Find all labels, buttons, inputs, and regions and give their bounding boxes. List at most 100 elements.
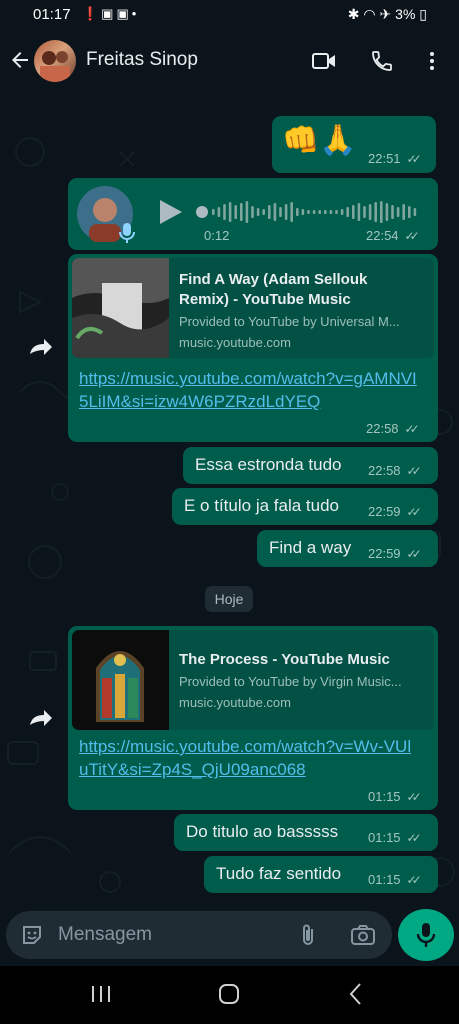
link-message-bubble[interactable]: The Process - YouTube Music Provided to … [68, 626, 438, 810]
battery-percent: 3% [395, 6, 416, 22]
recents-icon[interactable] [90, 984, 112, 1004]
double-check-icon: ✓✓ [406, 831, 422, 845]
message-bubble[interactable]: Do titulo ao basssss 01:15 ✓✓ [174, 814, 438, 851]
wifi-icon: ◠ [363, 6, 376, 22]
message-input[interactable]: Mensagem [6, 911, 392, 959]
home-icon[interactable] [217, 982, 241, 1006]
double-check-icon: ✓✓ [404, 422, 420, 436]
day-divider: Hoje [205, 586, 253, 612]
status-time: 01:17 [33, 6, 71, 23]
waveform-bar [290, 202, 293, 222]
waveform-bar [273, 203, 277, 221]
waveform-bar [256, 208, 260, 216]
message-link[interactable]: https://music.youtube.com/watch?v=gAMNVI… [79, 367, 419, 413]
sticker-icon[interactable] [20, 923, 44, 947]
voice-waveform[interactable] [196, 198, 421, 226]
video-call-icon[interactable] [311, 49, 337, 73]
double-check-icon: ✓✓ [406, 547, 422, 561]
message-meta: 01:15 ✓✓ [368, 872, 422, 887]
airplane-icon: ✈ [379, 6, 392, 22]
contact-name[interactable]: Freitas Sinop [86, 49, 198, 71]
message-bubble[interactable]: Essa estronda tudo 22:58 ✓✓ [183, 447, 438, 484]
waveform-bar [413, 208, 417, 216]
back-nav-icon[interactable] [348, 982, 364, 1006]
waveform-bar [279, 207, 282, 217]
message-meta: 01:15 ✓✓ [368, 830, 422, 845]
voice-message-bubble[interactable]: 0:12 22:54 ✓✓ [68, 178, 438, 250]
waveform-bar [329, 210, 333, 214]
waveform-bar [318, 210, 321, 214]
double-check-icon: ✓✓ [406, 152, 422, 166]
more-vert-icon[interactable] [420, 49, 444, 73]
message-bubble[interactable]: Tudo faz sentido 01:15 ✓✓ [204, 856, 438, 893]
paperclip-icon[interactable] [296, 922, 320, 948]
waveform-bar [374, 202, 377, 222]
preview-description: Provided to YouTube by Virgin Music... [179, 674, 402, 689]
waveform-bar [352, 205, 355, 219]
waveform-bar [240, 203, 243, 221]
double-check-icon: ✓✓ [404, 229, 420, 243]
waveform-bar [385, 203, 389, 221]
link-message-bubble[interactable]: Find A Way (Adam Sellouk Remix) - YouTub… [68, 254, 438, 442]
message-time: 22:54 [366, 228, 399, 243]
double-check-icon: ✓✓ [406, 790, 422, 804]
waveform-bar [262, 209, 265, 215]
waveform-bar [340, 209, 344, 215]
waveform-bar [391, 205, 394, 219]
voice-duration: 0:12 [204, 228, 230, 243]
preview-domain: music.youtube.com [179, 335, 291, 350]
message-time: 01:15 [368, 789, 401, 804]
bluetooth-icon: ✱ [347, 6, 360, 22]
waveform-bar [402, 204, 405, 220]
waveform-bar [268, 205, 271, 219]
waveform-scrubber[interactable] [196, 206, 208, 218]
play-icon[interactable] [158, 198, 184, 226]
camera-icon[interactable] [350, 923, 376, 947]
message-bubble[interactable]: E o título ja fala tudo 22:59 ✓✓ [172, 488, 438, 525]
message-time: 22:51 [368, 151, 401, 166]
battery-icon: ▯ [419, 6, 427, 22]
message-meta: 22:59 ✓✓ [368, 504, 422, 519]
preview-thumbnail-stained-glass [72, 630, 169, 730]
double-check-icon: ✓✓ [406, 464, 422, 478]
waveform-bar [251, 206, 254, 218]
waveform-bar [307, 210, 310, 214]
waveform-bar [284, 204, 288, 220]
message-placeholder: Mensagem [58, 924, 152, 945]
waveform-bar [380, 201, 383, 223]
message-text: Essa estronda tudo [195, 455, 342, 474]
message-meta: 01:15 ✓✓ [368, 789, 422, 804]
preview-thumbnail-waterfall [72, 258, 169, 358]
forward-icon[interactable] [26, 707, 54, 729]
arrow-left-icon[interactable] [8, 48, 32, 72]
record-voice-button[interactable] [398, 909, 454, 961]
message-bubble[interactable]: Find a way 22:59 ✓✓ [257, 530, 438, 567]
waveform-bar [296, 208, 299, 216]
link-preview[interactable]: The Process - YouTube Music Provided to … [72, 630, 434, 730]
composer: Mensagem [0, 909, 459, 965]
message-time: 22:58 [368, 463, 401, 478]
system-nav-bar [0, 966, 459, 1024]
forward-icon[interactable] [26, 336, 54, 358]
waveform-bar [234, 205, 237, 219]
avatar[interactable] [34, 40, 76, 82]
message-text: Tudo faz sentido [216, 864, 342, 883]
waveform-bar [217, 207, 221, 217]
message-link[interactable]: https://music.youtube.com/watch?v=Wv-VUl… [79, 735, 419, 781]
voice-call-icon[interactable] [370, 49, 394, 73]
waveform-bar [228, 202, 232, 222]
waveform-bar [368, 204, 372, 220]
message-time: 22:59 [368, 504, 401, 519]
chat-area[interactable]: 👊🙏 22:51 ✓✓ 0:12 22:54 ✓✓ Find A Way (Adam… [0, 92, 459, 909]
message-text: 👊🙏 [282, 124, 357, 157]
waveform-bar [408, 206, 411, 218]
message-meta: 22:51 ✓✓ [368, 151, 422, 166]
message-bubble[interactable]: 👊🙏 22:51 ✓✓ [272, 116, 436, 173]
waveform-bar [245, 201, 249, 223]
link-preview[interactable]: Find A Way (Adam Sellouk Remix) - YouTub… [72, 258, 434, 358]
waveform-bar [363, 206, 366, 218]
waveform-bar [324, 210, 327, 214]
waveform-bar [312, 210, 316, 214]
double-check-icon: ✓✓ [406, 505, 422, 519]
message-time: 22:58 [366, 421, 399, 436]
